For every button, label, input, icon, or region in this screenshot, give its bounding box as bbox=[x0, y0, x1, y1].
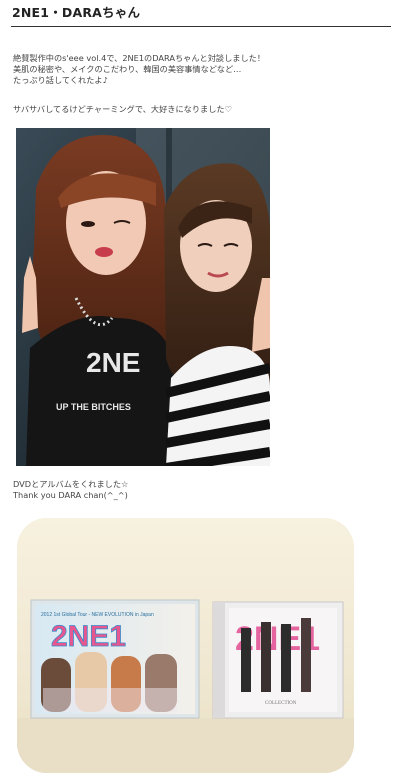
selfie-illustration: 2NE UP THE BITCHES bbox=[16, 128, 270, 466]
dvd-album-photo[interactable]: 2012 1st Global Tour - NEW EVOLUTION in … bbox=[17, 518, 354, 773]
dvd-case: 2012 1st Global Tour - NEW EVOLUTION in … bbox=[30, 599, 200, 719]
dvd-subtitle: 2012 1st Global Tour - NEW EVOLUTION in … bbox=[41, 612, 154, 618]
selfie-photo[interactable]: 2NE UP THE BITCHES bbox=[16, 128, 270, 466]
album-label: COLLECTION bbox=[265, 701, 297, 706]
post-intro: 絶賛製作中のs'eee vol.4で、2NE1のDARAちゃんと対談しました！ … bbox=[13, 53, 266, 85]
post-caption: DVDとアルバムをくれました☆ Thank you DARA chan(^_^) bbox=[13, 479, 129, 500]
post-title: 2NE1・DARAちゃん bbox=[12, 5, 141, 20]
album-case: 2NE1 COLLECTION bbox=[212, 601, 344, 719]
shirt-print-main: 2NE bbox=[86, 347, 140, 378]
dvd-logo: 2NE1 bbox=[51, 620, 126, 653]
shirt-print-tagline: UP THE BITCHES bbox=[56, 402, 131, 412]
post-comment: サバサバしてるけどチャーミングで、大好きになりました♡ bbox=[13, 104, 232, 114]
dvd-album-illustration: 2012 1st Global Tour - NEW EVOLUTION in … bbox=[17, 518, 354, 773]
title-divider bbox=[11, 26, 391, 27]
